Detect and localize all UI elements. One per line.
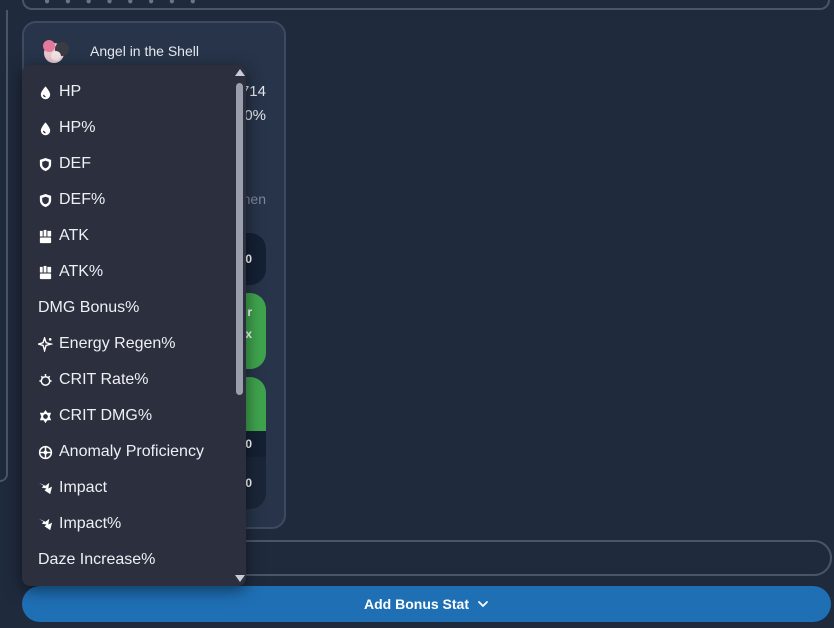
scroll-up-arrow-icon[interactable]: [235, 69, 245, 76]
option-crit-dmg-percent[interactable]: CRIT DMG%: [22, 398, 232, 434]
top-input-bar[interactable]: ● ● ● ● ● ● ● ●: [22, 0, 830, 10]
pill-text: 0: [245, 437, 252, 451]
avatar: [43, 40, 69, 63]
option-label: Impact: [59, 479, 108, 496]
pill-text: 0: [245, 476, 252, 490]
option-crit-rate-percent[interactable]: CRIT Rate%: [22, 362, 232, 398]
option-label: Anomaly Proficiency: [59, 443, 204, 460]
option-atk-percent[interactable]: ATK%: [22, 254, 232, 290]
dropdown-scrollbar[interactable]: [234, 69, 245, 582]
scroll-down-arrow-icon[interactable]: [235, 575, 245, 582]
option-def-percent[interactable]: DEF%: [22, 182, 232, 218]
fist-icon: [38, 229, 53, 244]
fist-icon: [38, 265, 53, 280]
sparkle-icon: [38, 336, 53, 352]
pill-text: r: [247, 305, 252, 319]
option-label: HP%: [59, 119, 96, 136]
option-energy-regen-percent[interactable]: Energy Regen%: [22, 326, 232, 362]
hp-drop-icon: [38, 85, 53, 100]
option-def[interactable]: DEF: [22, 146, 232, 182]
stat-dropdown-menu[interactable]: HP HP% DEF DEF% ATK ATK% DMG Bonus% Ener…: [22, 65, 246, 586]
crit-rate-icon: [38, 373, 53, 388]
option-label: ATK: [59, 227, 89, 244]
option-label: DEF: [59, 155, 91, 172]
option-impact-percent[interactable]: Impact%: [22, 506, 232, 542]
option-label: CRIT Rate%: [59, 371, 149, 388]
anomaly-icon: [38, 445, 53, 460]
add-bonus-stat-label: Add Bonus Stat: [364, 596, 469, 612]
option-hp[interactable]: HP: [22, 74, 232, 110]
option-dmg-bonus-percent[interactable]: DMG Bonus%: [22, 290, 232, 326]
add-bonus-stat-button[interactable]: Add Bonus Stat: [22, 586, 831, 622]
option-label: Daze Increase%: [38, 551, 156, 568]
option-label: ATK%: [59, 263, 104, 280]
option-atk[interactable]: ATK: [22, 218, 232, 254]
option-anomaly-proficiency[interactable]: Anomaly Proficiency: [22, 434, 232, 470]
option-label: HP: [59, 83, 82, 100]
impact-icon: [38, 481, 53, 496]
option-label: Impact%: [59, 515, 122, 532]
left-panel-edge: [0, 10, 8, 482]
card-muted-text: nen: [242, 191, 266, 207]
hp-drop-icon: [38, 121, 53, 136]
shield-icon: [38, 157, 53, 172]
option-label: DMG Bonus%: [38, 299, 140, 316]
impact-icon: [38, 517, 53, 532]
option-label: Energy Regen%: [59, 335, 176, 352]
pill-text: x: [245, 327, 252, 341]
card-stat-percent: 0%: [244, 107, 266, 124]
pill-text: 0: [245, 252, 252, 266]
option-daze-increase-percent[interactable]: Daze Increase%: [22, 542, 232, 578]
stat-option-list: HP HP% DEF DEF% ATK ATK% DMG Bonus% Ener…: [22, 74, 232, 578]
chevron-down-icon: [478, 601, 488, 608]
top-bar-dots: ● ● ● ● ● ● ● ●: [44, 0, 202, 7]
character-name: Angel in the Shell: [90, 43, 199, 59]
option-hp-percent[interactable]: HP%: [22, 110, 232, 146]
option-impact[interactable]: Impact: [22, 470, 232, 506]
crit-dmg-icon: [38, 409, 53, 424]
scrollbar-thumb[interactable]: [236, 83, 243, 395]
option-label: DEF%: [59, 191, 106, 208]
shield-icon: [38, 193, 53, 208]
option-label: CRIT DMG%: [59, 407, 153, 424]
